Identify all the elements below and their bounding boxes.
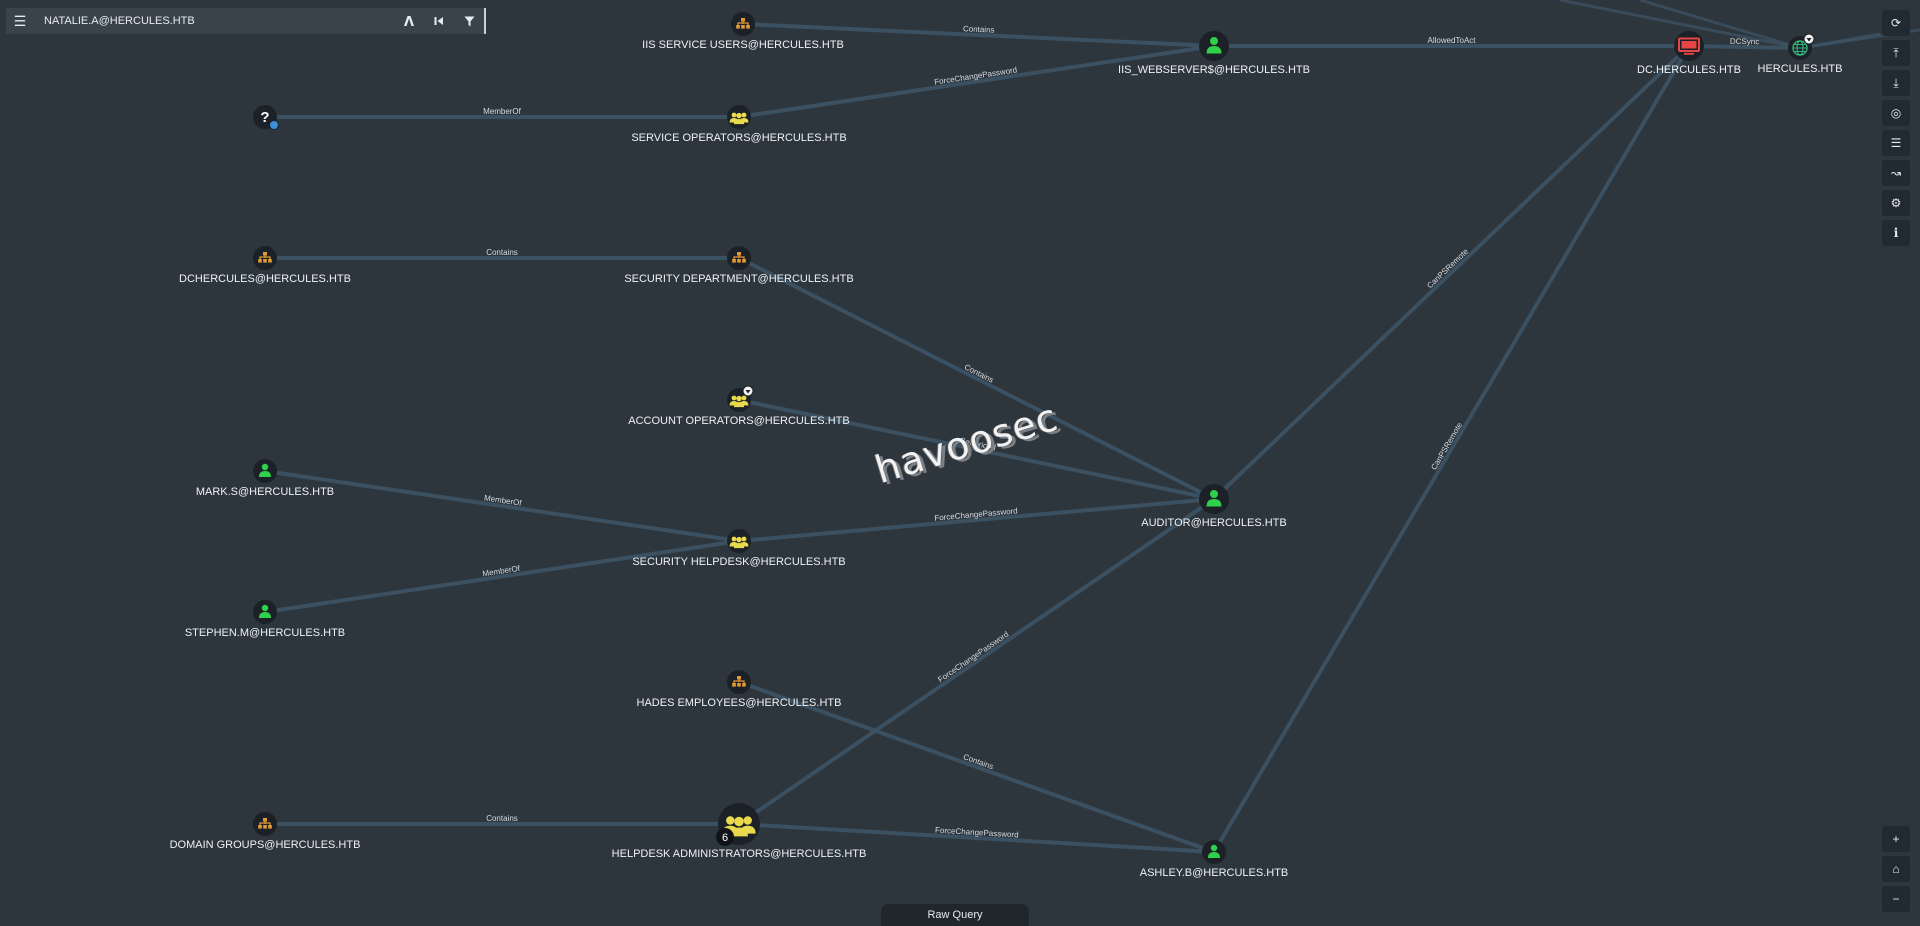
graph-node[interactable]: STEPHEN.M@HERCULES.HTB [185, 600, 345, 639]
download-icon[interactable]: ⤓ [1882, 70, 1910, 96]
zoom-in-icon[interactable]: + [1882, 826, 1910, 852]
graph-node[interactable]: SERVICE OPERATORS@HERCULES.HTB [631, 105, 847, 144]
node-label: DC.HERCULES.HTB [1637, 64, 1741, 76]
graph-node[interactable]: SECURITY DEPARTMENT@HERCULES.HTB [624, 246, 854, 285]
edge-label: DCSync [1730, 37, 1760, 47]
node-label: SERVICE OPERATORS@HERCULES.HTB [631, 132, 846, 144]
edge-label: MemberOf [483, 107, 522, 116]
menu-icon[interactable]: ☰ [6, 8, 34, 34]
edge-label: Contains [486, 248, 518, 257]
info-icon[interactable]: i [1882, 220, 1910, 246]
node-label: DCHERCULES@HERCULES.HTB [179, 273, 351, 285]
edge-label: ForceChangePassword [936, 630, 1010, 685]
zoom-controls: + ⌂ − [1882, 826, 1910, 916]
settings-icon[interactable]: ⚙ [1882, 190, 1910, 216]
graph-node[interactable]: ACCOUNT OPERATORS@HERCULES.HTB [628, 385, 850, 427]
zoom-out-icon[interactable]: − [1882, 886, 1910, 912]
node-label: SECURITY HELPDESK@HERCULES.HTB [632, 556, 845, 568]
node-label: HELPDESK ADMINISTRATORS@HERCULES.HTB [612, 848, 867, 860]
node-label: IIS_WEBSERVER$@HERCULES.HTB [1118, 64, 1310, 76]
edge-label: AllowedToAct [1427, 36, 1476, 45]
upload-icon[interactable]: ⤒ [1882, 40, 1910, 66]
graph-node[interactable]: DOMAIN GROUPS@HERCULES.HTB [170, 812, 361, 851]
graph-edge[interactable] [264, 539, 740, 614]
edge-label: Contains [963, 24, 995, 34]
graph-edge[interactable] [1688, 44, 1801, 50]
target-icon[interactable]: ◎ [1882, 100, 1910, 126]
graph-edge[interactable] [264, 469, 740, 543]
node-label: HERCULES.HTB [1758, 63, 1843, 75]
svg-text:?: ? [260, 109, 269, 126]
graph-node[interactable]: DC.HERCULES.HTB [1637, 31, 1741, 76]
node-label: ASHLEY.B@HERCULES.HTB [1140, 867, 1289, 879]
graph-edge[interactable] [738, 44, 1215, 119]
graph-node[interactable]: 6 HELPDESK ADMINISTRATORS@HERCULES.HTB [612, 803, 867, 860]
search-bar[interactable]: ☰ NATALIE.A@HERCULES.HTB [6, 8, 486, 34]
node-label: AUDITOR@HERCULES.HTB [1141, 517, 1286, 529]
graph-node[interactable]: AUDITOR@HERCULES.HTB [1141, 484, 1287, 529]
edge-label: CanPSRemote [1425, 246, 1470, 290]
node-label: MARK.S@HERCULES.HTB [196, 486, 334, 498]
graph-node[interactable]: IIS SERVICE USERS@HERCULES.HTB [642, 12, 844, 51]
graph-edge [1639, 0, 1801, 50]
filter-icon[interactable] [454, 8, 484, 34]
list-icon[interactable]: ☰ [1882, 130, 1910, 156]
edge-label: Contains [486, 814, 518, 823]
node-label: IIS SERVICE USERS@HERCULES.HTB [642, 39, 844, 51]
back-icon[interactable] [424, 8, 454, 34]
svg-text:6: 6 [722, 832, 728, 844]
edge-label: CanPSRemote [1429, 420, 1464, 471]
chart-icon[interactable]: ↝ [1882, 160, 1910, 186]
raw-query-button[interactable]: Raw Query [881, 904, 1029, 926]
graph-node[interactable]: DCHERCULES@HERCULES.HTB [179, 246, 351, 285]
node-label: SECURITY DEPARTMENT@HERCULES.HTB [624, 273, 853, 285]
node-label: DOMAIN GROUPS@HERCULES.HTB [170, 839, 361, 851]
pathfinding-icon[interactable] [394, 8, 424, 34]
graph-edge[interactable] [1212, 44, 1691, 854]
graph-edge[interactable] [737, 497, 1216, 826]
search-input[interactable]: NATALIE.A@HERCULES.HTB [34, 15, 394, 27]
graph-node[interactable]: ASHLEY.B@HERCULES.HTB [1140, 840, 1289, 879]
home-icon[interactable]: ⌂ [1882, 856, 1910, 882]
node-label: HADES EMPLOYEES@HERCULES.HTB [637, 697, 842, 709]
refresh-icon[interactable]: ⟳ [1882, 10, 1910, 36]
node-label: STEPHEN.M@HERCULES.HTB [185, 627, 345, 639]
graph-node[interactable]: ? [253, 105, 279, 130]
graph-node[interactable]: HADES EMPLOYEES@HERCULES.HTB [637, 670, 842, 709]
graph-node[interactable]: IIS_WEBSERVER$@HERCULES.HTB [1118, 31, 1310, 76]
right-toolbar: ⟳ ⤒ ⤓ ◎ ☰ ↝ ⚙ i [1882, 10, 1910, 250]
node-label: ACCOUNT OPERATORS@HERCULES.HTB [628, 415, 849, 427]
